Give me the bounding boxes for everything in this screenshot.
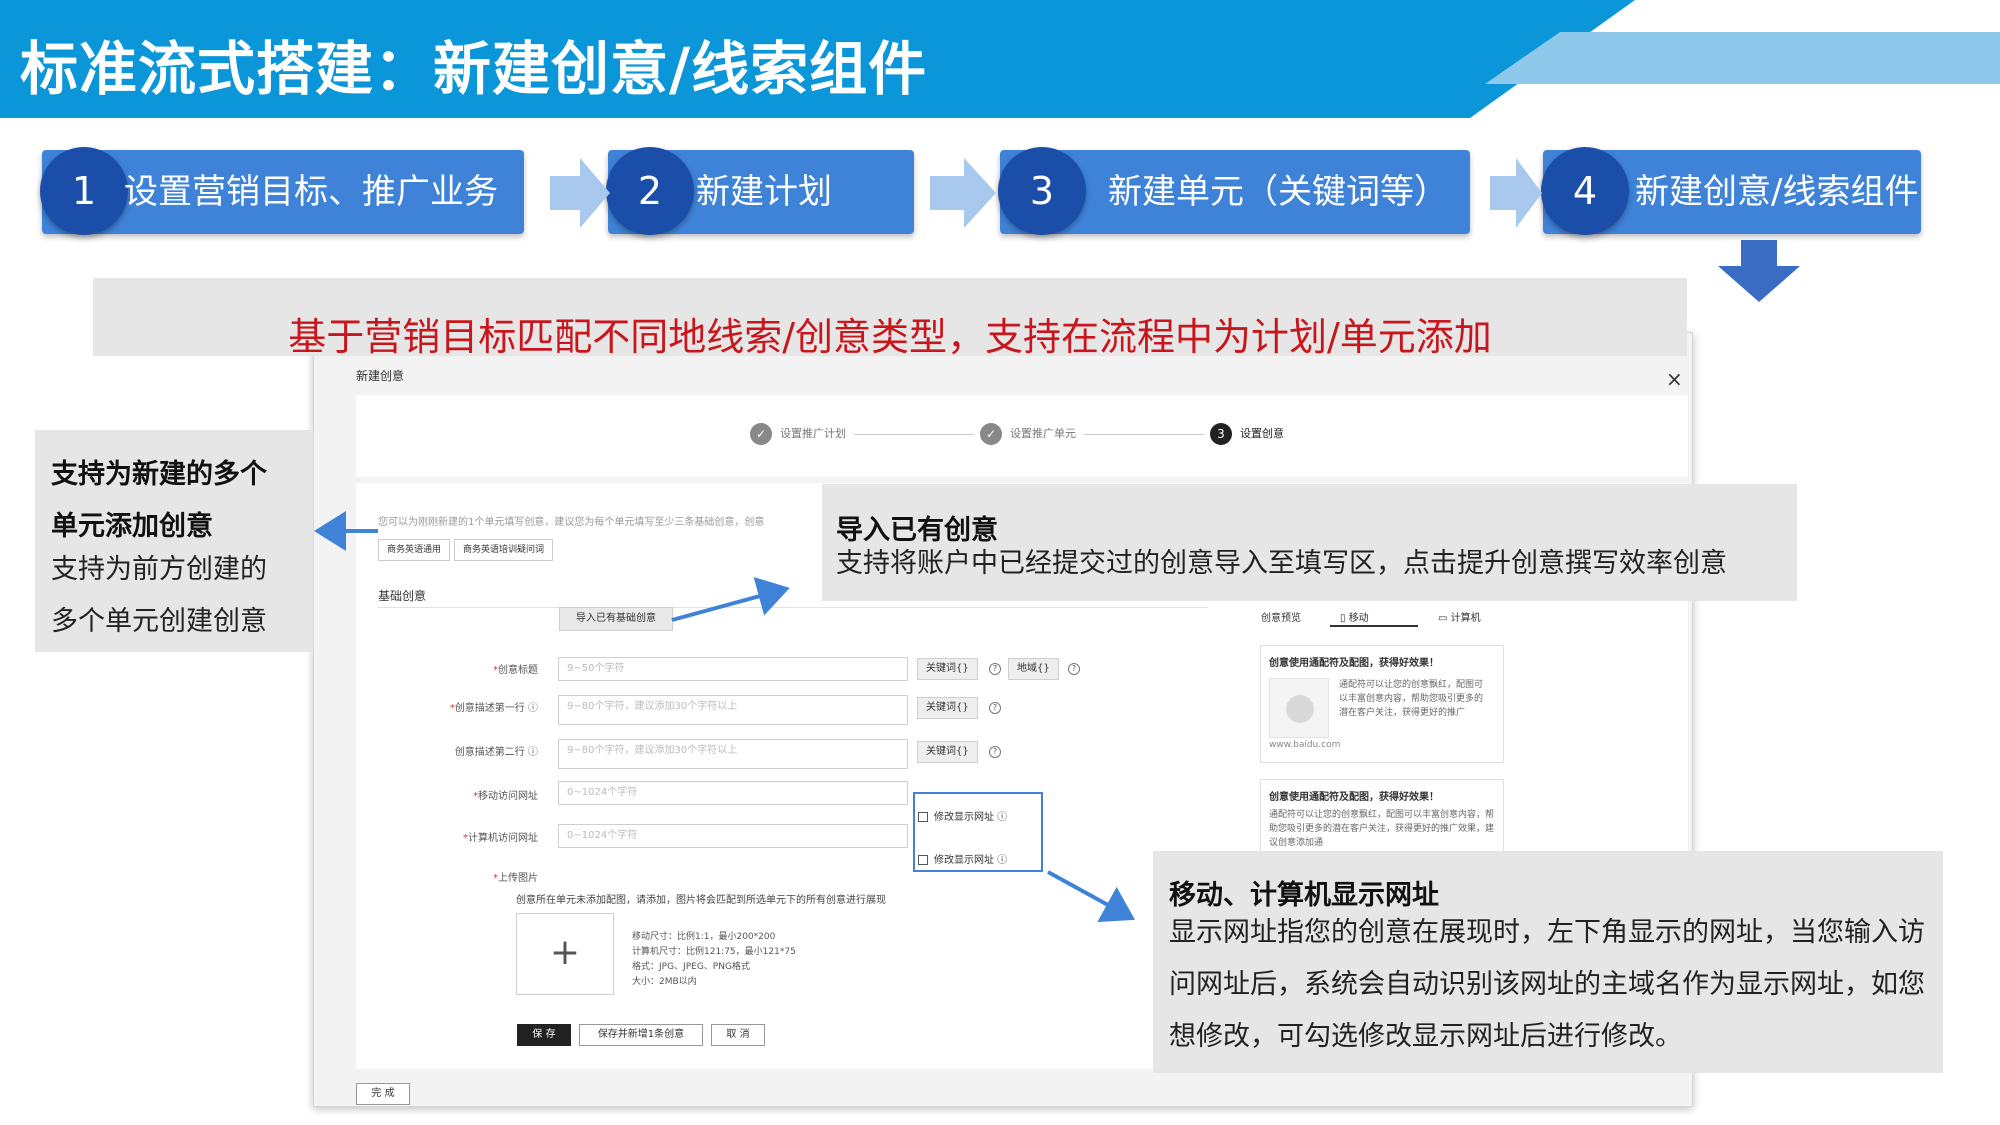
step-3-number: 3	[998, 147, 1086, 235]
step-1: 1 设置营销目标、推广业务	[40, 147, 524, 235]
callout-title: 单元添加创意	[51, 511, 213, 542]
flow-arrow-icon	[550, 158, 610, 228]
preview-label: 创意预览	[1261, 613, 1301, 624]
done-button[interactable]: 完 成	[356, 1083, 410, 1105]
pc-url-input[interactable]: 0~1024个字符	[558, 824, 908, 848]
close-icon[interactable]: ×	[1666, 369, 1683, 389]
field-label-mobile-url: *移动访问网址	[473, 791, 538, 802]
flow-arrow-icon	[930, 158, 996, 228]
step-1-label: 设置营销目标、推广业务	[124, 172, 498, 212]
import-creative-button[interactable]: 导入已有基础创意	[559, 607, 673, 631]
modify-pc-display-url-checkbox[interactable]: 修改显示网址 ⓘ	[918, 851, 1007, 866]
callout-import: 导入已有创意 支持将账户中已经提交过的创意导入至填写区，点击提升创意撰写效率创意	[822, 484, 1797, 601]
upload-spec-line: 计算机尺寸：比例121:75，最小121*75	[632, 947, 796, 957]
preview-card-mobile: 创意使用通配符及配图，获得好效果！ 通配符可以让您的创意飘红，配图可以丰富创意内…	[1260, 645, 1504, 763]
title-bar-accent	[1485, 32, 2000, 84]
save-button[interactable]: 保 存	[517, 1024, 571, 1046]
callout-text: 支持将账户中已经提交过的创意导入至填写区，点击提升创意撰写效率创意	[836, 548, 1727, 579]
step-3: 3 新建单元（关键词等）	[998, 147, 1470, 235]
section-title: 基础创意	[378, 589, 427, 603]
form-hint: 您可以为刚刚新建的1个单元填写创意，建议您为每个单元填写至少三条基础创意，创意	[378, 517, 765, 528]
upload-image-desc: 创意所在单元未添加配图，请添加，图片将会匹配到所选单元下的所有创意进行展现	[516, 895, 886, 906]
step-4-label: 新建创意/线索组件	[1635, 172, 1919, 212]
preview-card-title: 创意使用通配符及配图，获得好效果！	[1269, 792, 1439, 803]
dialog-title: 新建创意	[356, 369, 405, 383]
callout-text: 显示网址指您的创意在展现时，左下角显示的网址，当您输入访问网址后，系统会自动识别…	[1169, 917, 1925, 1052]
insert-region-button[interactable]: 地域{}	[1008, 658, 1059, 680]
tab-unit-2[interactable]: 商务英语培训疑问词	[454, 539, 554, 561]
preview-card-pc: 创意使用通配符及配图，获得好效果！ 通配符可以让您的创意飘红，配图可以丰富创意内…	[1260, 779, 1504, 859]
creative-desc2-input[interactable]: 9~80个字符，建议添加30个字符以上	[558, 739, 908, 769]
mobile-icon: ▯	[1340, 613, 1349, 624]
tab-preview-pc[interactable]: ▭ 计算机	[1438, 609, 1481, 624]
help-icon[interactable]: ?	[989, 746, 1001, 758]
tab-preview-mobile[interactable]: ▯ 移动	[1340, 609, 1369, 624]
upload-spec-line: 大小：2MB以内	[632, 977, 697, 987]
upload-spec-line: 移动尺寸：比例1:1，最小200*200	[632, 932, 776, 942]
help-icon[interactable]: ?	[989, 702, 1001, 714]
insert-keyword-button[interactable]: 关键词{}	[917, 697, 978, 719]
plus-icon: +	[549, 932, 581, 973]
field-label-desc1: *创意描述第一行 ⓘ	[449, 703, 538, 714]
preview-card-title: 创意使用通配符及配图，获得好效果！	[1269, 658, 1439, 669]
field-label-image: *上传图片	[493, 873, 538, 884]
step-4: 4 新建创意/线索组件	[1541, 147, 1921, 235]
tab-unit-1[interactable]: 商务英语通用	[378, 539, 451, 561]
title-bar: 标准流式搭建：新建创意/线索组件	[0, 0, 2000, 118]
check-icon: ✓	[980, 423, 1002, 445]
slide-title: 标准流式搭建：新建创意/线索组件	[20, 35, 928, 103]
cancel-button[interactable]: 取 消	[711, 1024, 765, 1046]
callout-title: 支持为新建的多个	[51, 459, 267, 490]
section-divider	[378, 607, 1208, 608]
progress-step-creative: 3 设置创意	[1210, 423, 1284, 445]
progress-line	[1084, 434, 1204, 435]
callout-multi-unit: 支持为新建的多个 单元添加创意 支持为前方创建的 多个单元创建创意	[35, 430, 313, 652]
save-and-add-button[interactable]: 保存并新增1条创意	[579, 1024, 703, 1046]
help-icon[interactable]: ?	[1068, 663, 1080, 675]
step-4-number: 4	[1541, 147, 1629, 235]
preview-tab-indicator	[1330, 625, 1418, 627]
field-label-desc2: 创意描述第二行 ⓘ	[454, 747, 538, 758]
help-icon[interactable]: ?	[989, 663, 1001, 675]
banner-text: 基于营销目标匹配不同地线索/创意类型，支持在流程中为计划/单元添加	[288, 315, 1492, 359]
flow-arrow-icon	[1490, 158, 1542, 228]
field-label-pc-url: *计算机访问网址	[463, 833, 538, 844]
monitor-icon: ▭	[1438, 613, 1451, 624]
callout-display-url: 移动、计算机显示网址 显示网址指您的创意在展现时，左下角显示的网址，当您输入访问…	[1153, 851, 1943, 1073]
progress-step-unit: ✓ 设置推广单元	[980, 423, 1076, 445]
insert-keyword-button[interactable]: 关键词{}	[917, 658, 978, 680]
image-placeholder-icon	[1269, 678, 1329, 738]
progress-steps: ✓ 设置推广计划 ✓ 设置推广单元 3 设置创意	[356, 395, 1688, 477]
step-1-number: 1	[40, 147, 128, 235]
step-2: 2 新建计划	[606, 147, 914, 235]
step-2-label: 新建计划	[696, 172, 832, 212]
field-label-title: *创意标题	[493, 665, 538, 676]
preview-card-text: 通配符可以让您的创意飘红，配图可以丰富创意内容，帮助您吸引更多的潜在客户关注，获…	[1339, 680, 1484, 718]
banner: 基于营销目标匹配不同地线索/创意类型，支持在流程中为计划/单元添加	[93, 278, 1687, 359]
creative-desc1-input[interactable]: 9~80个字符，建议添加30个字符以上	[558, 695, 908, 725]
down-arrow-icon	[1718, 240, 1800, 302]
preview-card-url: www.baidu.com	[1269, 740, 1341, 750]
insert-keyword-button[interactable]: 关键词{}	[917, 741, 978, 763]
progress-step-plan: ✓ 设置推广计划	[750, 423, 846, 445]
modify-mobile-display-url-checkbox[interactable]: 修改显示网址 ⓘ	[918, 808, 1007, 823]
upload-spec-line: 格式：JPG、JPEG、PNG格式	[632, 962, 750, 972]
step-2-number: 2	[606, 147, 694, 235]
check-icon: ✓	[750, 423, 772, 445]
callout-text: 支持为前方创建的	[51, 554, 267, 585]
progress-line	[854, 434, 974, 435]
callout-text: 多个单元创建创意	[51, 606, 267, 637]
step-3-label: 新建单元（关键词等）	[1108, 172, 1448, 212]
creative-title-input[interactable]: 9~50个字符	[558, 657, 908, 681]
mobile-url-input[interactable]: 0~1024个字符	[558, 781, 908, 805]
step-number-badge: 3	[1210, 423, 1232, 445]
upload-image-button[interactable]: +	[516, 913, 614, 995]
